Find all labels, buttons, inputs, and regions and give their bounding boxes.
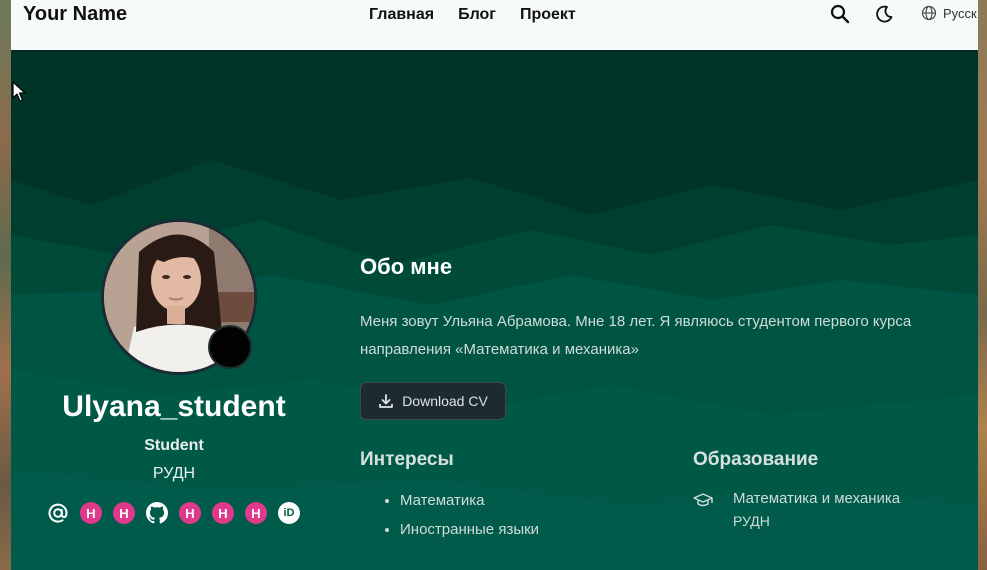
interests-title: Интересы [360,449,454,470]
graduation-cap-icon [693,493,713,507]
hugo-icon-glyph: H [245,502,267,524]
about-text-line: направления «Математика и механика» [360,341,639,358]
education-institution: РУДН [733,513,770,529]
at-icon[interactable] [47,502,69,524]
hugo-icon-glyph: H [80,502,102,524]
main-nav: Главная Блог Проект [369,6,576,24]
profile-organization: РУДН [152,465,196,482]
language-label: Русск [943,5,977,21]
interests-list: Математика Иностранные языки [380,486,539,544]
download-cv-button[interactable]: Download CV [360,382,506,420]
education-course: Математика и механика [733,490,901,507]
about-text-line: Меня зовут Ульяна Абрамова. Мне 18 лет. … [360,313,912,330]
hugo-icon[interactable]: H [113,502,135,524]
profile-role: Student [144,437,204,454]
nav-item-home[interactable]: Главная [369,6,434,24]
list-item: Математика [400,486,539,515]
list-item: Иностранные языки [400,515,539,544]
nav-item-blog[interactable]: Блог [458,6,496,24]
hugo-icon[interactable]: H [245,502,267,524]
education-title: Образование [693,449,819,470]
hugo-icon[interactable]: H [80,502,102,524]
orcid-icon-glyph: iD [278,502,300,524]
hugo-icon[interactable]: H [212,502,234,524]
nav-item-project[interactable]: Проект [520,6,576,24]
desktop-wallpaper-right [978,0,987,570]
orcid-icon[interactable]: iD [278,502,300,524]
moon-icon[interactable] [874,4,894,24]
globe-icon [921,5,937,21]
about-text: Меня зовут Ульяна Абрамова. Мне 18 лет. … [360,308,978,364]
browser-page: Your Name Главная Блог Проект Русск Ulya… [11,0,978,570]
download-icon [379,394,394,408]
social-links: H H H H H iD [47,502,300,524]
hugo-icon[interactable]: H [179,502,201,524]
download-cv-label: Download CV [402,393,488,409]
hugo-icon-glyph: H [179,502,201,524]
search-icon[interactable] [830,4,850,24]
about-title: Обо мне [360,254,453,279]
profile-name: Ulyana_student [62,390,286,423]
hugo-icon-glyph: H [113,502,135,524]
mouse-cursor-icon [12,81,26,102]
site-brand[interactable]: Your Name [23,3,127,26]
status-indicator [208,325,252,369]
language-selector[interactable]: Русск [921,5,977,21]
top-navbar: Your Name Главная Блог Проект Русск [11,0,978,50]
hugo-icon-glyph: H [212,502,234,524]
github-icon[interactable] [146,502,168,524]
desktop-wallpaper-left [0,0,11,570]
